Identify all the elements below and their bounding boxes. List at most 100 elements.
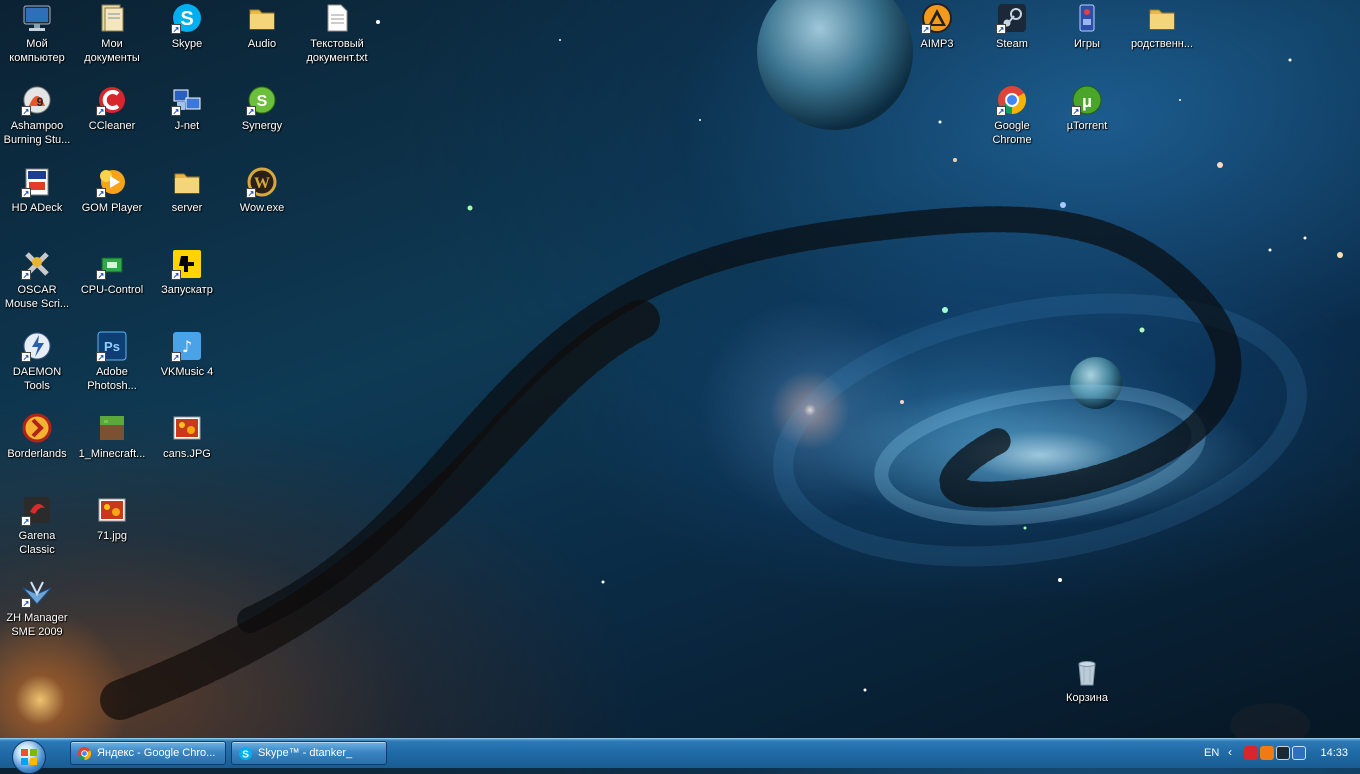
shortcut-arrow-icon: ↗: [21, 352, 31, 362]
desktop-icon-label: Adobe Photosh...: [87, 366, 137, 392]
desktop-icon-folder[interactable]: Audio: [225, 0, 299, 78]
desktop-icon-label: Steam: [996, 38, 1028, 50]
desktop-icon-launcher[interactable]: ↗ Запускатр: [150, 246, 224, 324]
desktop-icon-recycle-bin[interactable]: Корзина: [1050, 654, 1124, 732]
tray-antivirus-icon[interactable]: [1244, 746, 1258, 760]
taskbar-button-label: Яндекс - Google Chro...: [97, 747, 216, 759]
svg-text:S: S: [257, 93, 268, 110]
desktop-icon-image-file[interactable]: cans.JPG: [150, 410, 224, 488]
windows-start-icon: [21, 749, 37, 765]
image-file-icon: [96, 494, 128, 526]
desktop-icon-zh-manager[interactable]: ↗ ZH Manager SME 2009: [0, 574, 74, 652]
desktop-icon-vkmusic[interactable]: ♪ ↗ VKMusic 4: [150, 328, 224, 406]
taskbar: Яндекс - Google Chro... S Skype™ - dtank…: [0, 738, 1360, 774]
desktop-icon-label: DAEMON Tools: [12, 366, 62, 392]
desktop-icon-label: CPU-Control: [80, 284, 144, 296]
desktop-icon-my-computer[interactable]: Мой компьютер: [0, 0, 74, 78]
shortcut-arrow-icon: ↗: [246, 106, 256, 116]
desktop-icon-label: ZH Manager SME 2009: [6, 612, 68, 638]
desktop-icon-text-document[interactable]: Текстовый документ.txt: [300, 0, 374, 78]
image-file-icon: [171, 412, 203, 444]
desktop-icon-games[interactable]: Игры: [1050, 0, 1124, 78]
shortcut-arrow-icon: ↗: [96, 188, 106, 198]
tray-app-icon[interactable]: [1260, 746, 1274, 760]
folder-icon: [171, 166, 203, 198]
desktop-icon-steam[interactable]: ↗ Steam: [975, 0, 1049, 78]
synergy-icon: S ↗: [246, 84, 278, 116]
ccleaner-icon: ↗: [96, 84, 128, 116]
svg-text:S: S: [242, 749, 249, 760]
desktop-icon-ccleaner[interactable]: ↗ CCleaner: [75, 82, 149, 160]
photoshop-icon: Ps ↗: [96, 330, 128, 362]
launcher-icon: ↗: [171, 248, 203, 280]
desktop-icon-image-file[interactable]: 71.jpg: [75, 492, 149, 570]
shortcut-arrow-icon: ↗: [21, 188, 31, 198]
desktop-icon-minecraft[interactable]: 1_Minecraft...: [75, 410, 149, 488]
desktop-icon-hd-adeck[interactable]: ↗ HD ADeck: [0, 164, 74, 242]
chrome-icon: ↗: [996, 84, 1028, 116]
desktop-icon-cpu-control[interactable]: ↗ CPU-Control: [75, 246, 149, 324]
desktop-icon-label: Запускатр: [161, 284, 213, 296]
taskbar-button-chrome[interactable]: Яндекс - Google Chro...: [70, 741, 226, 765]
my-documents-icon: [96, 2, 128, 34]
shortcut-arrow-icon: ↗: [921, 24, 931, 34]
desktop-icon-label: родственн...: [1130, 38, 1194, 50]
vkmusic-icon: ♪ ↗: [171, 330, 203, 362]
desktop-icon-label: Текстовый документ.txt: [306, 38, 368, 64]
tray-steam-icon[interactable]: [1276, 746, 1290, 760]
shortcut-arrow-icon: ↗: [1071, 106, 1081, 116]
desktop-icon-label: Мои документы: [84, 38, 140, 64]
desktop-icon-oscar[interactable]: ↗ OSCAR Mouse Scri...: [0, 246, 74, 324]
shortcut-arrow-icon: ↗: [171, 106, 181, 116]
desktop-icon-chrome[interactable]: ↗ Google Chrome: [975, 82, 1049, 160]
shortcut-arrow-icon: ↗: [996, 106, 1006, 116]
desktop-icon-synergy[interactable]: S ↗ Synergy: [225, 82, 299, 160]
desktop-icon-wow[interactable]: W ↗ Wow.exe: [225, 164, 299, 242]
desktop-icon-skype[interactable]: S ↗ Skype: [150, 0, 224, 78]
desktop-icon-borderlands[interactable]: Borderlands: [0, 410, 74, 488]
aimp-icon: ↗: [921, 2, 953, 34]
start-button[interactable]: [12, 740, 46, 774]
desktop-icon-label: µTorrent: [1066, 120, 1108, 132]
shortcut-arrow-icon: ↗: [21, 516, 31, 526]
desktop-icon-label: GOM Player: [81, 202, 143, 214]
desktop-icon-aimp[interactable]: ↗ AIMP3: [900, 0, 974, 78]
tray-network-icon[interactable]: [1292, 746, 1306, 760]
shortcut-arrow-icon: ↗: [21, 270, 31, 280]
shortcut-arrow-icon: ↗: [96, 106, 106, 116]
desktop-icon-gom-player[interactable]: ↗ GOM Player: [75, 164, 149, 242]
desktop-icon-jnet[interactable]: ↗ J-net: [150, 82, 224, 160]
desktop-icon-label: 1_Minecraft...: [78, 448, 146, 460]
utorrent-icon: µ ↗: [1071, 84, 1103, 116]
desktop-icon-label: Audio: [247, 38, 277, 50]
games-icon: [1071, 2, 1103, 34]
desktop-icon-utorrent[interactable]: µ ↗ µTorrent: [1050, 82, 1124, 160]
language-indicator[interactable]: EN: [1204, 747, 1219, 759]
desktop-icon-folder[interactable]: server: [150, 164, 224, 242]
desktop-icon-garena[interactable]: ↗ Garena Classic: [0, 492, 74, 570]
shortcut-arrow-icon: ↗: [96, 270, 106, 280]
desktop-icon-label: Synergy: [241, 120, 283, 132]
ashampoo-icon: 9 ↗: [21, 84, 53, 116]
clock[interactable]: 14:33: [1320, 747, 1348, 759]
chrome-icon: [77, 746, 92, 761]
skype-icon: S ↗: [171, 2, 203, 34]
desktop-icon-label: CCleaner: [88, 120, 136, 132]
desktop-icon-label: VKMusic 4: [160, 366, 214, 378]
zh-manager-icon: ↗: [21, 576, 53, 608]
desktop-icon-folder[interactable]: родственн...: [1125, 0, 1199, 78]
desktop-icon-ashampoo[interactable]: 9 ↗ Ashampoo Burning Stu...: [0, 82, 74, 160]
show-hidden-icons-button[interactable]: ‹: [1228, 745, 1232, 759]
gom-player-icon: ↗: [96, 166, 128, 198]
cpu-control-icon: ↗: [96, 248, 128, 280]
shortcut-arrow-icon: ↗: [96, 352, 106, 362]
svg-text:Ps: Ps: [104, 339, 120, 354]
desktop-icon-photoshop[interactable]: Ps ↗ Adobe Photosh...: [75, 328, 149, 406]
taskbar-button-skype[interactable]: S Skype™ - dtanker_: [231, 741, 387, 765]
wow-icon: W ↗: [246, 166, 278, 198]
desktop-icon-my-documents[interactable]: Мои документы: [75, 0, 149, 78]
desktop-icon-label: Skype: [171, 38, 203, 50]
desktop-icon-daemon-tools[interactable]: ↗ DAEMON Tools: [0, 328, 74, 406]
shortcut-arrow-icon: ↗: [246, 188, 256, 198]
desktop-icon-label: Garena Classic: [18, 530, 56, 556]
